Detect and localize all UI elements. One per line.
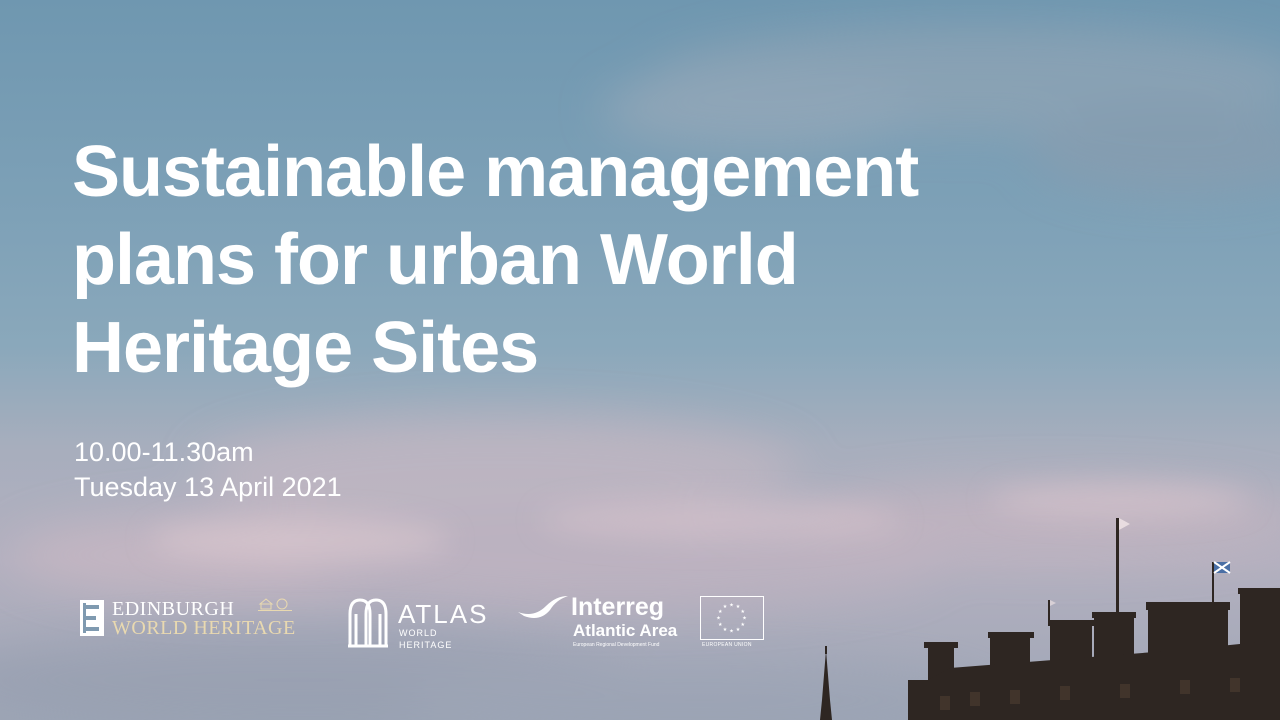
interreg-logo-area: Atlantic Area: [573, 621, 678, 640]
eu-star: ★: [736, 627, 741, 633]
eu-stars-icon: ★ ★★★★★★★★★★★: [716, 603, 747, 635]
edinburgh-logo-line2: WORLD HERITAGE: [112, 617, 296, 639]
interreg-logo-name: Interreg: [571, 593, 665, 621]
unesco-seal-icon: [258, 598, 292, 611]
eu-star: ★: [742, 616, 747, 622]
scottish-flag-icon: [1213, 561, 1231, 574]
eu-star: ★: [723, 604, 728, 610]
event-time: 10.00-11.30am: [74, 437, 254, 467]
slide-title: Sustainable management plans for urban W…: [72, 132, 919, 388]
event-date: Tuesday 13 April 2021: [74, 472, 342, 502]
atlas-arches-icon: [348, 598, 388, 648]
eu-flag: ★ ★ ★ ★ ★ ★ ★ ★ ★ ★ ★ ★: [700, 596, 764, 640]
eu-star: ★: [741, 609, 746, 615]
eu-star: ★: [741, 622, 746, 628]
eu-star: ★: [716, 616, 721, 622]
atlas-logo-sub: WORLD HERITAGE: [399, 628, 453, 650]
interreg-atlantic-area-logo: Interreg Atlantic Area European Regional…: [516, 592, 768, 652]
atlas-logo-name: ATLAS: [398, 599, 489, 629]
edinburgh-rooftops: [820, 518, 1280, 720]
eu-star: ★: [723, 627, 728, 633]
edinburgh-e-icon: [80, 600, 104, 636]
interreg-logo-fund: European Regional Development Fund: [573, 642, 660, 648]
atlas-world-heritage-logo: ATLAS WORLD HERITAGE: [346, 596, 489, 650]
eu-star: ★: [729, 603, 734, 609]
eu-star: ★: [729, 629, 734, 635]
eu-star: ★: [718, 622, 723, 628]
edinburgh-world-heritage-logo: EDINBURGH WORLD HERITAGE: [80, 598, 312, 640]
slide-background: Sustainable management plans for urban W…: [0, 0, 1280, 720]
eu-label: EUROPEAN UNION: [702, 642, 752, 648]
interreg-swoosh-icon: [518, 596, 568, 618]
